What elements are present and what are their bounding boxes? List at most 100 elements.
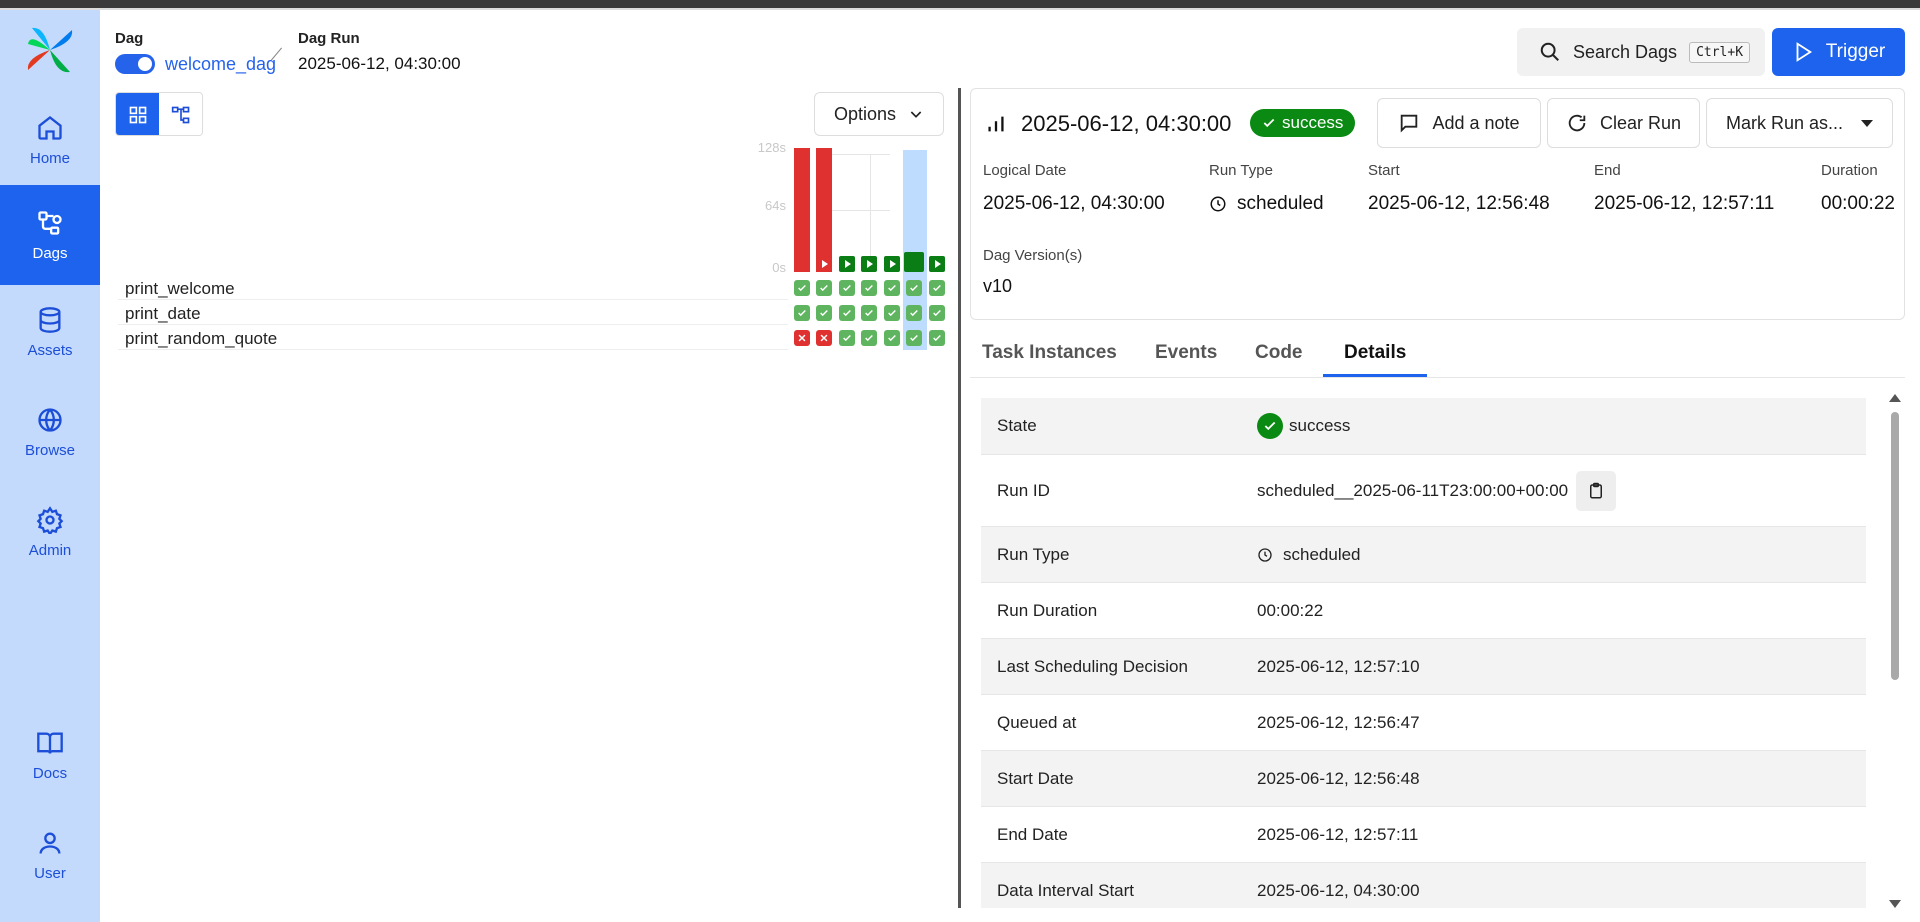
detail-value: 2025-06-12, 12:57:11 bbox=[1257, 824, 1419, 844]
task-name-print-date[interactable]: print_date bbox=[125, 304, 201, 324]
breadcrumb-dag-link[interactable]: welcome_dag bbox=[165, 54, 276, 75]
mark-run-as-button[interactable]: Mark Run as... bbox=[1706, 98, 1893, 148]
chevron-down-icon bbox=[910, 111, 922, 118]
task-instance-cell[interactable] bbox=[816, 305, 832, 321]
sidebar-item-label: User bbox=[34, 864, 66, 882]
trigger-button[interactable]: Trigger bbox=[1772, 28, 1905, 76]
home-icon bbox=[38, 115, 62, 140]
task-instance-cell[interactable] bbox=[794, 280, 810, 296]
detail-value: 2025-06-12, 12:56:47 bbox=[1257, 712, 1420, 732]
sidebar-item-dags[interactable]: Dags bbox=[0, 185, 100, 285]
sidebar-item-label: Dags bbox=[32, 244, 68, 262]
run-duration-bar[interactable] bbox=[861, 256, 877, 272]
detail-label: Data Interval Start bbox=[997, 880, 1135, 900]
task-row bbox=[118, 301, 788, 325]
scroll-down-arrow[interactable] bbox=[1889, 900, 1901, 908]
airflow-logo[interactable] bbox=[24, 24, 76, 76]
run-title-text: 2025-06-12, 04:30:00 bbox=[1021, 111, 1232, 136]
search-dags-button[interactable]: Search Dags Ctrl+K bbox=[1517, 28, 1765, 76]
clock-icon bbox=[1210, 196, 1226, 212]
run-duration-bar[interactable] bbox=[794, 148, 810, 272]
gridline bbox=[830, 210, 890, 211]
options-label: Options bbox=[833, 103, 897, 124]
tab-events[interactable]: Events bbox=[1155, 342, 1217, 364]
dags-icon bbox=[38, 210, 62, 235]
task-name-print-random-quote[interactable]: print_random_quote bbox=[125, 329, 277, 349]
task-instance-cell[interactable] bbox=[816, 330, 832, 346]
tab-code[interactable]: Code bbox=[1255, 342, 1303, 364]
tab-task-instances[interactable]: Task Instances bbox=[982, 342, 1117, 364]
details-table: State success Run ID scheduled__2025-06-… bbox=[981, 398, 1866, 908]
detail-label: End Date bbox=[997, 824, 1068, 844]
sidebar-item-assets[interactable]: Assets bbox=[0, 282, 100, 382]
active-tab-indicator bbox=[1323, 374, 1427, 377]
sidebar-item-docs[interactable]: Docs bbox=[0, 705, 100, 805]
task-instance-cell[interactable] bbox=[906, 280, 922, 296]
task-instance-cell[interactable] bbox=[906, 330, 922, 346]
add-note-button[interactable]: Add a note bbox=[1377, 98, 1541, 148]
axis-tick: 0s bbox=[772, 260, 786, 275]
detail-value: 2025-06-12, 04:30:00 bbox=[1257, 880, 1420, 900]
task-instance-cell[interactable] bbox=[861, 305, 877, 321]
run-duration-bar[interactable] bbox=[929, 256, 945, 272]
task-instance-cell[interactable] bbox=[906, 305, 922, 321]
run-duration-bar[interactable] bbox=[839, 256, 855, 272]
meta-label: Run Type bbox=[1209, 162, 1273, 179]
run-state-badge: success bbox=[1250, 109, 1356, 137]
task-instance-cell[interactable] bbox=[839, 305, 855, 321]
task-instance-cell[interactable] bbox=[929, 280, 945, 296]
copy-run-id-button[interactable] bbox=[1576, 470, 1616, 511]
clipboard-icon bbox=[1590, 482, 1602, 498]
graph-view-button[interactable] bbox=[159, 93, 202, 135]
table-row: End Date 2025-06-12, 12:57:11 bbox=[981, 807, 1866, 863]
meta-value-version: v10 bbox=[983, 276, 1013, 296]
meta-label: Logical Date bbox=[983, 162, 1067, 179]
table-row: Last Scheduling Decision 2025-06-12, 12:… bbox=[981, 639, 1866, 695]
detail-value: 2025-06-12, 12:56:48 bbox=[1257, 768, 1420, 788]
dag-pause-toggle[interactable] bbox=[115, 54, 155, 74]
globe-icon bbox=[38, 407, 62, 432]
table-row: Data Interval Start 2025-06-12, 04:30:00 bbox=[981, 863, 1866, 908]
run-type-text: scheduled bbox=[1237, 193, 1324, 214]
axis-tick: 64s bbox=[765, 198, 786, 213]
detail-label: State bbox=[997, 416, 1037, 435]
sidebar-item-user[interactable]: User bbox=[0, 805, 100, 905]
run-duration-bar[interactable] bbox=[816, 148, 832, 272]
task-instance-cell[interactable] bbox=[794, 330, 810, 346]
details-scrollbar[interactable] bbox=[1888, 392, 1902, 910]
panel-divider[interactable] bbox=[958, 88, 961, 908]
meta-label: Duration bbox=[1821, 162, 1878, 179]
detail-label: Queued at bbox=[997, 712, 1077, 732]
check-icon bbox=[1263, 118, 1275, 128]
run-duration-bar[interactable] bbox=[904, 252, 924, 272]
sidebar-item-admin[interactable]: Admin bbox=[0, 482, 100, 582]
message-icon bbox=[1401, 114, 1418, 133]
gridline bbox=[870, 154, 871, 272]
detail-value: 00:00:22 bbox=[1257, 600, 1324, 620]
task-instance-cell[interactable] bbox=[839, 280, 855, 296]
task-instance-cell[interactable] bbox=[929, 330, 945, 346]
task-instance-cell[interactable] bbox=[884, 280, 900, 296]
options-button[interactable]: Options bbox=[814, 92, 944, 136]
state-text: success bbox=[1289, 416, 1351, 435]
task-instance-cell[interactable] bbox=[861, 280, 877, 296]
tab-details[interactable]: Details bbox=[1344, 342, 1406, 364]
task-instance-cell[interactable] bbox=[816, 280, 832, 296]
meta-value-logical-date: 2025-06-12, 04:30:00 bbox=[983, 193, 1165, 214]
grid-view-button[interactable] bbox=[116, 93, 159, 135]
search-dags-label: Search Dags bbox=[1573, 41, 1678, 62]
scroll-up-arrow[interactable] bbox=[1889, 394, 1901, 402]
task-instance-cell[interactable] bbox=[839, 330, 855, 346]
task-instance-cell[interactable] bbox=[884, 330, 900, 346]
scroll-thumb[interactable] bbox=[1891, 412, 1899, 680]
breadcrumb-run-value[interactable]: 2025-06-12, 04:30:00 bbox=[298, 54, 461, 74]
sidebar-item-home[interactable]: Home bbox=[0, 90, 100, 190]
task-instance-cell[interactable] bbox=[929, 305, 945, 321]
task-instance-cell[interactable] bbox=[794, 305, 810, 321]
clear-run-button[interactable]: Clear Run bbox=[1547, 98, 1700, 148]
run-duration-bar[interactable] bbox=[884, 256, 900, 272]
sidebar-item-browse[interactable]: Browse bbox=[0, 382, 100, 482]
task-instance-cell[interactable] bbox=[861, 330, 877, 346]
task-name-print-welcome[interactable]: print_welcome bbox=[125, 279, 235, 299]
task-instance-cell[interactable] bbox=[884, 305, 900, 321]
